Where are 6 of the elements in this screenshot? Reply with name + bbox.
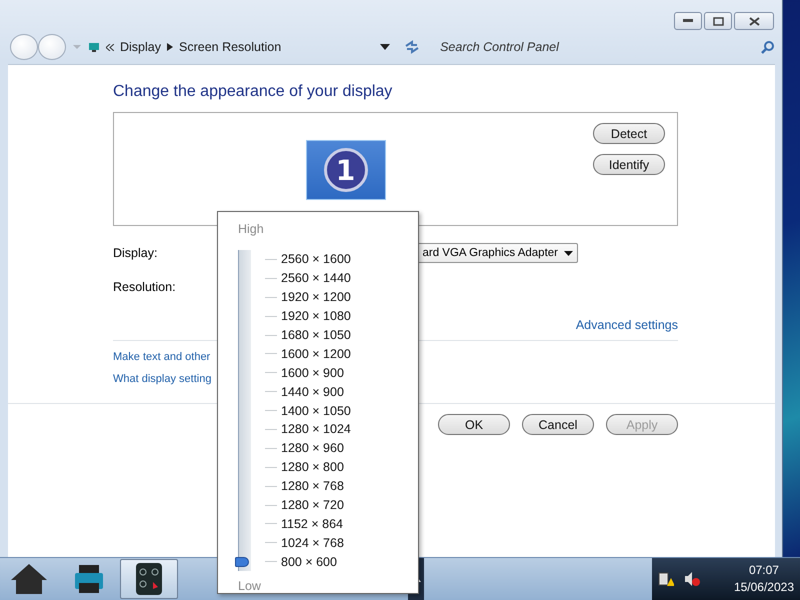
- monitor-number: 1: [324, 148, 368, 192]
- slider-high-label: High: [238, 222, 265, 236]
- field-label: Resolution:: [113, 280, 177, 294]
- field-label: Display:: [113, 246, 158, 260]
- page-heading: Change the appearance of your display: [113, 83, 394, 101]
- slider-low-label: Low: [238, 579, 262, 594]
